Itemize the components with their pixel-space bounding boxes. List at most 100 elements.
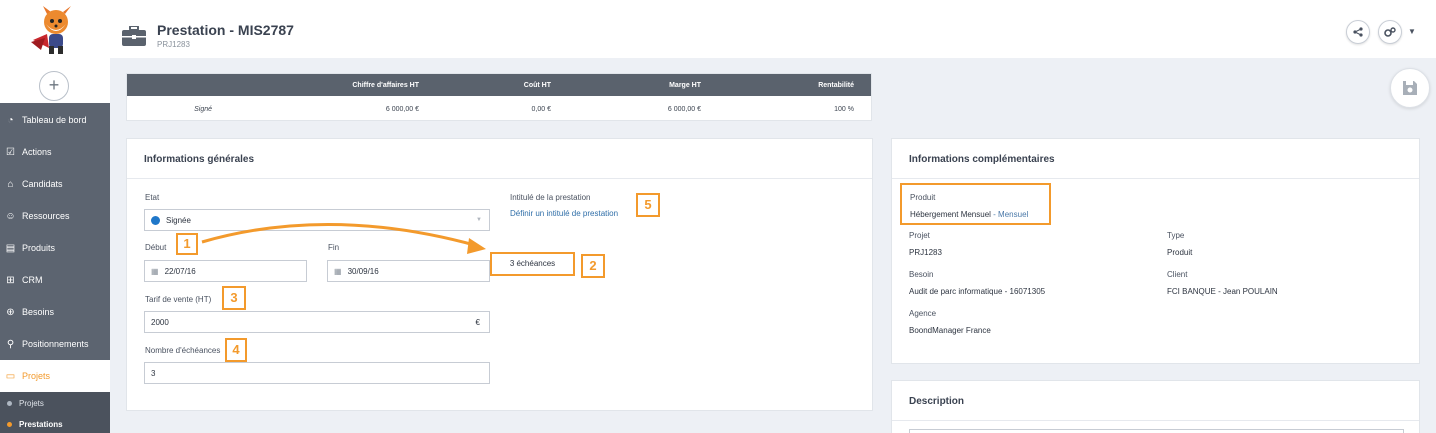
calendar-icon: ▦: [151, 266, 159, 276]
tarif-input[interactable]: 2000 €: [144, 311, 490, 333]
sidebar-item-crm[interactable]: ⊞ CRM: [0, 264, 110, 296]
etat-label: Etat: [145, 193, 160, 202]
share-icon: [1353, 27, 1363, 37]
column-header: Marge HT: [669, 81, 701, 89]
echeances-button[interactable]: 3 échéances: [490, 252, 575, 276]
description-card: Description: [891, 380, 1420, 433]
nb-echeances-value: 3: [151, 368, 156, 378]
users-icon: ☺: [5, 210, 16, 222]
nb-echeances-input[interactable]: 3: [144, 362, 490, 384]
fin-date-input[interactable]: ▦ 30/09/16: [327, 260, 490, 282]
calendar-icon: ▦: [334, 266, 342, 276]
pin-icon: ⚲: [6, 338, 15, 350]
fin-label: Fin: [328, 243, 340, 252]
sidebar-item-candidats[interactable]: ⌂ Candidats: [0, 168, 110, 200]
table-cell: 6 000,00 €: [667, 105, 701, 113]
agence-label: Agence: [909, 309, 937, 318]
etat-select[interactable]: Signée ▼: [144, 209, 490, 231]
produit-value[interactable]: Hébergement Mensuel - Mensuel: [910, 210, 1028, 219]
sidebar-item-ressources[interactable]: ☺ Ressources: [0, 200, 110, 232]
general-info-card: Informations générales Etat Signée ▼ Déb…: [126, 138, 873, 411]
sidebar-item-positionnements[interactable]: ⚲ Positionnements: [0, 328, 110, 360]
page-subtitle: PRJ1283: [157, 40, 190, 49]
nb-echeances-label: Nombre d'échéances: [145, 346, 221, 355]
table-cell: 0,00 €: [531, 105, 551, 113]
projet-label: Projet: [909, 231, 930, 240]
besoin-value[interactable]: Audit de parc informatique - 16071305: [909, 287, 1045, 296]
submenu-label: Prestations: [19, 419, 63, 429]
chevron-down-icon[interactable]: ▼: [1408, 27, 1416, 36]
briefcase-icon: [122, 26, 146, 46]
debut-label: Début: [145, 243, 167, 252]
debut-date-input[interactable]: ▦ 22/07/16: [144, 260, 307, 282]
besoin-label: Besoin: [909, 270, 934, 279]
produit-name: Hébergement Mensuel: [910, 210, 991, 219]
graduation-cap-icon: ⌂: [7, 178, 14, 190]
briefcase-icon: ▭: [5, 370, 16, 382]
sidebar: + ◔ Tableau de bord ☑ Actions ⌂ Candidats ☺…: [0, 0, 110, 433]
define-title-link[interactable]: Définir un intitulé de prestation: [510, 209, 618, 218]
sidebar-item-label: Positionnements: [22, 339, 89, 349]
sidebar-item-label: Ressources: [22, 211, 70, 221]
tarif-value: 2000: [151, 317, 169, 327]
sidebar-item-label: CRM: [22, 275, 43, 285]
fox-logo-icon[interactable]: [27, 4, 83, 60]
produit-suffix: - Mensuel: [993, 210, 1029, 219]
sidebar-item-projets[interactable]: ▭ Projets: [0, 360, 110, 392]
sidebar-item-label: Besoins: [22, 307, 55, 317]
card-title: Description: [892, 381, 1419, 421]
floppy-disk-icon: [1403, 81, 1417, 95]
page-title: Prestation - MIS2787: [157, 22, 294, 38]
box-icon: ▤: [5, 242, 16, 254]
table-header: Chiffre d'affaires HT Coût HT Marge HT R…: [127, 74, 871, 96]
share-button[interactable]: [1346, 20, 1370, 44]
annotation-marker: 4: [225, 338, 247, 362]
card-title: Informations générales: [127, 139, 872, 179]
client-value[interactable]: FCI BANQUE - Jean POULAIN: [1167, 287, 1278, 296]
add-button[interactable]: +: [39, 71, 69, 101]
checklist-icon: ☑: [6, 146, 15, 158]
sidebar-item-dashboard[interactable]: ◔ Tableau de bord: [0, 104, 110, 136]
annotation-marker: 5: [636, 193, 660, 217]
agence-value[interactable]: BoondManager France: [909, 326, 991, 335]
column-header: Rentabilité: [818, 81, 854, 89]
status-dot-icon: [151, 215, 160, 225]
sidebar-item-label: Projets: [22, 371, 51, 381]
projet-value[interactable]: PRJ1283: [909, 248, 942, 257]
sidebar-item-produits[interactable]: ▤ Produits: [0, 232, 110, 264]
annotation-marker: 3: [222, 286, 246, 310]
table-cell: 6 000,00 €: [385, 105, 419, 113]
settings-button[interactable]: [1378, 20, 1402, 44]
submenu-item-prestations[interactable]: Prestations: [0, 414, 110, 433]
bullet-icon: [7, 400, 12, 406]
annotation-marker: 2: [581, 254, 605, 278]
column-header: Coût HT: [523, 81, 551, 89]
tarif-label: Tarif de vente (HT): [145, 295, 212, 304]
type-label: Type: [1167, 231, 1185, 240]
column-header: Chiffre d'affaires HT: [352, 81, 419, 89]
description-input[interactable]: [909, 429, 1404, 433]
sidebar-item-actions[interactable]: ☑ Actions: [0, 136, 110, 168]
save-button[interactable]: [1390, 68, 1430, 108]
client-label: Client: [1167, 270, 1188, 279]
submenu-item-projets[interactable]: Projets: [0, 393, 110, 413]
annotation-marker: 1: [176, 233, 198, 255]
financial-summary-table: Chiffre d'affaires HT Coût HT Marge HT R…: [126, 73, 872, 121]
sidebar-item-label: Tableau de bord: [22, 115, 87, 125]
page-header: Prestation - MIS2787 PRJ1283 ▼: [110, 0, 1436, 58]
currency-symbol: €: [475, 317, 480, 327]
table-row: Signé 6 000,00 € 0,00 € 6 000,00 € 100 %: [127, 96, 871, 122]
intitule-label: Intitulé de la prestation: [510, 193, 591, 202]
chevron-down-icon: ▼: [476, 217, 482, 223]
dashboard-icon: ◔: [7, 114, 14, 126]
sidebar-item-label: Candidats: [22, 179, 63, 189]
sidebar-item-label: Actions: [22, 147, 52, 157]
sidebar-item-besoins[interactable]: ⊕ Besoins: [0, 296, 110, 328]
produit-label: Produit: [910, 193, 936, 202]
type-value: Produit: [1167, 248, 1193, 257]
submenu-label: Projets: [19, 398, 44, 408]
etat-value: Signée: [166, 215, 191, 225]
org-chart-icon: ⊞: [6, 274, 15, 286]
target-icon: ⊕: [6, 306, 15, 318]
product-highlight: Produit Hébergement Mensuel - Mensuel: [900, 183, 1051, 225]
